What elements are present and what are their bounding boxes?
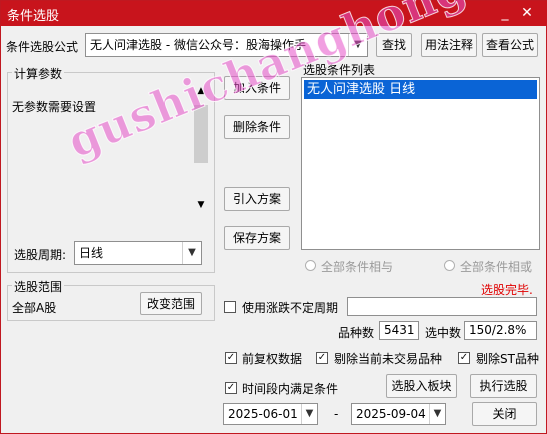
count-value: 5431	[379, 321, 419, 340]
exclude-st-label: 剔除ST品种	[476, 352, 539, 366]
formula-label: 条件选股公式	[6, 40, 79, 54]
period-label: 选股周期:	[14, 248, 67, 262]
all-or-radio[interactable]	[444, 260, 455, 271]
all-and-label: 全部条件相与	[321, 260, 394, 274]
period-value: 日线	[79, 246, 104, 260]
count-label: 品种数	[338, 326, 375, 340]
exclude-untraded-checkbox[interactable]: ✓	[316, 352, 328, 364]
save-scheme-button[interactable]: 保存方案	[224, 226, 290, 250]
close-button[interactable]: 关闭	[472, 402, 537, 426]
uncertain-period-checkbox[interactable]	[224, 301, 236, 313]
params-group-label: 计算参数	[12, 65, 65, 82]
add-condition-button[interactable]: 加入条件	[224, 76, 290, 100]
params-scrollbar[interactable]: ▲ ▼	[193, 83, 209, 213]
date-from-value: 2025-06-01	[228, 407, 298, 421]
adjust-checkbox[interactable]: ✓	[225, 352, 237, 364]
uncertain-period-label: 使用涨跌不定周期	[242, 301, 339, 315]
chevron-down-icon[interactable]: ▼	[429, 404, 445, 424]
window-title: 条件选股	[7, 9, 60, 24]
period-select[interactable]: 日线 ▼	[74, 241, 202, 265]
chevron-down-icon[interactable]: ▼	[182, 242, 201, 264]
status-text: 选股完毕.	[481, 283, 533, 297]
execute-button[interactable]: 执行选股	[470, 374, 537, 398]
date-to-picker[interactable]: 2025-09-04 ▼	[351, 403, 446, 425]
date-to-value: 2025-09-04	[356, 407, 426, 421]
scroll-up-icon[interactable]: ▲	[193, 83, 209, 99]
date-separator: -	[334, 407, 339, 421]
date-from-picker[interactable]: 2025-06-01 ▼	[223, 403, 318, 425]
scroll-thumb[interactable]	[194, 105, 208, 163]
import-scheme-button[interactable]: 引入方案	[224, 187, 290, 211]
conditions-list[interactable]: 无人问津选股 日线	[301, 77, 540, 250]
time-condition-checkbox[interactable]: ✓	[225, 382, 237, 394]
list-item[interactable]: 无人问津选股 日线	[304, 80, 537, 99]
chevron-down-icon[interactable]: ▼	[348, 34, 367, 56]
conditions-label: 选股条件列表	[303, 63, 376, 77]
exclude-untraded-label: 剔除当前未交易品种	[334, 352, 443, 366]
to-block-button[interactable]: 选股入板块	[386, 374, 457, 398]
range-value: 全部A股	[12, 301, 57, 315]
usage-notes-button[interactable]: 用法注释	[421, 33, 477, 57]
stock-screener-window: 条件选股 _ ✕ 条件选股公式 无人问津选股 - 微信公众号：股海操作手 ▼ 查…	[0, 0, 547, 434]
uncertain-period-input[interactable]	[347, 297, 537, 316]
exclude-st-checkbox[interactable]: ✓	[458, 352, 470, 364]
params-text: 无参数需要设置	[12, 100, 97, 114]
all-or-label: 全部条件相或	[460, 260, 533, 274]
formula-select[interactable]: 无人问津选股 - 微信公众号：股海操作手 ▼	[85, 33, 368, 57]
selected-value: 150/2.8%	[464, 321, 537, 340]
time-condition-label: 时间段内满足条件	[242, 382, 339, 396]
range-group-label: 选股范围	[12, 278, 65, 295]
selected-label: 选中数	[425, 326, 462, 340]
view-formula-button[interactable]: 查看公式	[482, 33, 538, 57]
scroll-down-icon[interactable]: ▼	[193, 197, 209, 213]
close-window-button[interactable]: ✕	[517, 3, 537, 23]
change-range-button[interactable]: 改变范围	[140, 292, 202, 315]
minimize-button[interactable]: _	[495, 3, 515, 23]
adjust-label: 前复权数据	[242, 352, 303, 366]
chevron-down-icon[interactable]: ▼	[301, 404, 317, 424]
find-button[interactable]: 查找	[376, 33, 412, 57]
delete-condition-button[interactable]: 删除条件	[224, 115, 290, 139]
formula-value: 无人问津选股 - 微信公众号：股海操作手	[90, 38, 306, 52]
all-and-radio[interactable]	[305, 260, 316, 271]
title-bar: 条件选股 _ ✕	[1, 1, 547, 26]
